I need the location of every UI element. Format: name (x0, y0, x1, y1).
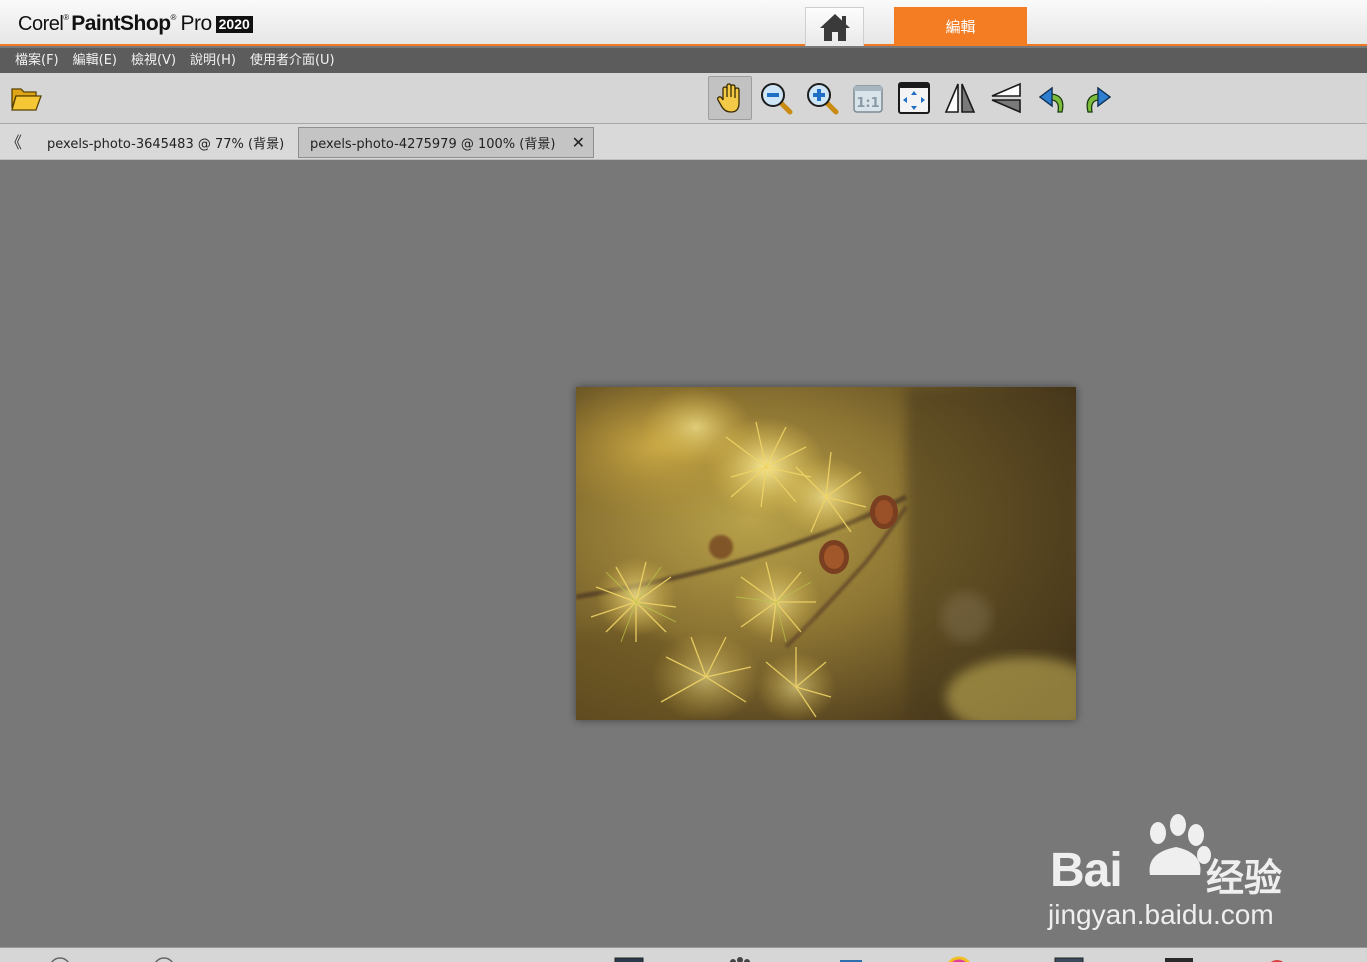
menu-edit[interactable]: 編輯(E) (66, 48, 124, 73)
people-icon[interactable] (724, 956, 754, 962)
brand-pro: Pro (180, 12, 212, 35)
rotate-left-icon (1038, 86, 1064, 113)
zoom-in-icon (807, 83, 839, 115)
baidu-watermark: Bai du 经验 jingyan.baidu.com (1040, 813, 1300, 938)
zoom-out-icon (761, 83, 793, 115)
document-tab[interactable]: pexels-photo-3645483 @ 77% (背景) (38, 127, 296, 158)
display-icon[interactable] (1164, 956, 1194, 962)
circle-icon[interactable] (48, 956, 78, 962)
tab-scroll-left-icon[interactable]: 《 (6, 130, 22, 152)
rotate-right-icon (1086, 86, 1112, 113)
menu-view[interactable]: 檢視(V) (124, 48, 183, 73)
watermark-brand: Bai du (1050, 844, 1170, 932)
mirror-button[interactable] (984, 76, 1028, 120)
open-button[interactable] (4, 76, 48, 120)
menu-user-interface[interactable]: 使用者介面(U) (243, 48, 342, 73)
menu-bar: 檔案(F) 編輯(E) 檢視(V) 說明(H) 使用者介面(U) (0, 48, 1367, 73)
document-tab-label: pexels-photo-4275979 @ 100% (背景) (310, 137, 556, 152)
photo-larch-branch (576, 387, 1076, 720)
brand-paintshop: PaintShop (71, 12, 171, 35)
flip-button[interactable] (938, 76, 982, 120)
circle-icon[interactable] (152, 956, 182, 962)
brand-corel: Corel (18, 12, 64, 35)
toolbar: 1:1 (0, 73, 1367, 124)
app-window: Corel ® PaintShop ® Pro 2020 編輯 檔案(F) 編輯(E) 檢… (0, 0, 1367, 962)
watermark-jingyan: 经验 (1206, 856, 1283, 900)
rotate-left-button[interactable] (1030, 76, 1074, 120)
menu-file[interactable]: 檔案(F) (8, 48, 66, 73)
image-canvas[interactable] (576, 387, 1076, 720)
rotate-right-button[interactable] (1076, 76, 1120, 120)
mirror-icon (991, 82, 1021, 114)
document-tab-label: pexels-photo-3645483 @ 77% (背景) (47, 137, 285, 152)
close-icon[interactable]: ✕ (572, 133, 585, 152)
record-icon[interactable] (1262, 956, 1292, 962)
canvas-workspace[interactable]: Bai du 经验 jingyan.baidu.com (0, 160, 1367, 947)
zoom-out-button[interactable] (754, 76, 798, 120)
pan-tool-button[interactable] (708, 76, 752, 120)
app-logo: Corel ® PaintShop ® Pro 2020 (18, 10, 253, 38)
fit-window-button[interactable] (892, 76, 936, 120)
open-folder-icon (11, 88, 42, 111)
brand-year: 2020 (215, 15, 253, 33)
flip-icon (944, 83, 976, 113)
document-tabs: 《 pexels-photo-3645483 @ 77% (背景) pexels… (0, 124, 1367, 160)
edit-tab[interactable]: 編輯 (894, 7, 1027, 46)
title-bar: Corel ® PaintShop ® Pro 2020 編輯 (0, 0, 1367, 46)
bottom-toolbar (0, 947, 1367, 962)
actual-size-icon: 1:1 (853, 85, 883, 113)
color-wheel-icon[interactable] (944, 956, 974, 962)
screen-icon[interactable] (1054, 956, 1084, 962)
zoom-in-button[interactable] (800, 76, 844, 120)
camera-icon[interactable] (836, 956, 866, 962)
menu-help[interactable]: 說明(H) (183, 48, 243, 73)
home-icon (819, 14, 850, 41)
pan-hand-icon (717, 83, 740, 113)
home-tab[interactable] (805, 7, 864, 46)
monitor-icon[interactable] (614, 956, 644, 962)
fit-window-icon (898, 82, 930, 114)
actual-size-button[interactable]: 1:1 (846, 76, 890, 120)
document-tab-active[interactable]: pexels-photo-4275979 @ 100% (背景) ✕ (298, 127, 594, 158)
actual-size-label: 1:1 (856, 96, 879, 111)
watermark-url: jingyan.baidu.com (1048, 899, 1274, 930)
